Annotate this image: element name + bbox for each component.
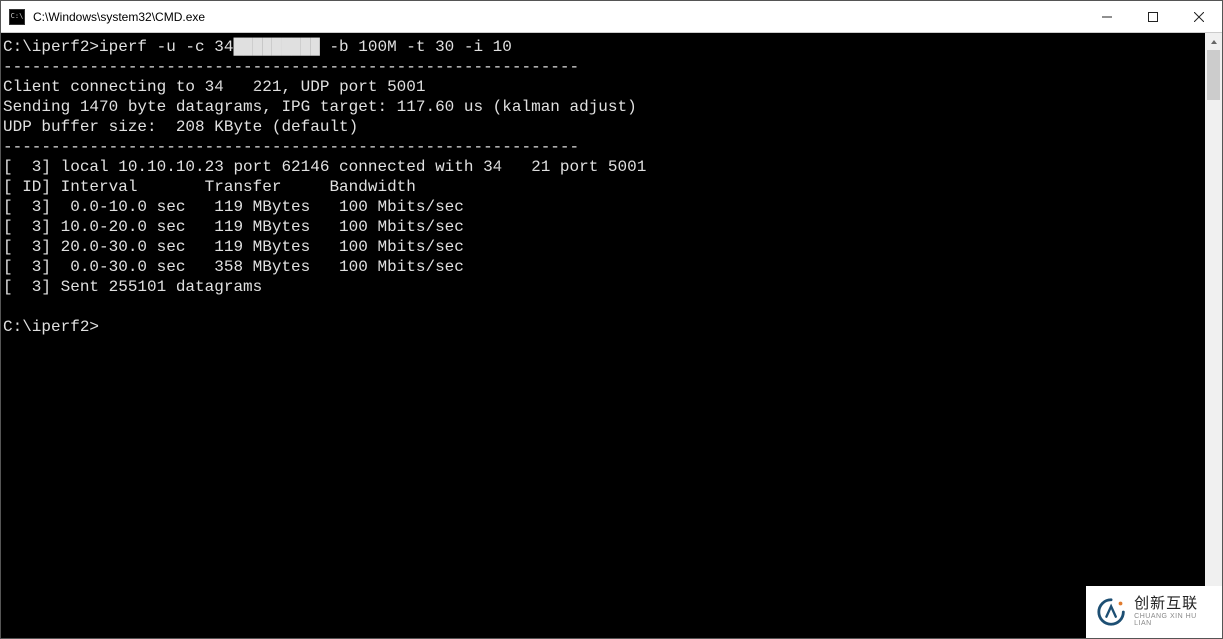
connecting-line-a: Client connecting to 34 <box>3 78 224 96</box>
scroll-up-button[interactable] <box>1205 33 1222 50</box>
cmd-window: C:\Windows\system32\CMD.exe C:\iperf2>ip… <box>0 0 1223 639</box>
table-row: [ 3] 20.0-30.0 sec 119 MBytes 100 Mbits/… <box>3 238 464 256</box>
watermark-en: CHUANG XIN HU LIAN <box>1134 613 1212 628</box>
separator-line: ----------------------------------------… <box>3 138 579 156</box>
terminal-output[interactable]: C:\iperf2>iperf -u -c 34█████████ -b 100… <box>1 33 1205 638</box>
table-header: [ ID] Interval Transfer Bandwidth <box>3 178 416 196</box>
close-button[interactable] <box>1176 1 1222 32</box>
maximize-icon <box>1148 12 1158 22</box>
watermark-cn: 创新互联 <box>1134 596 1212 613</box>
chevron-up-icon <box>1210 38 1218 46</box>
terminal-area: C:\iperf2>iperf -u -c 34█████████ -b 100… <box>1 33 1222 638</box>
local-line-b: 21 port 5001 <box>531 158 646 176</box>
prompt: C:\iperf2> <box>3 318 99 336</box>
table-row: [ 3] 0.0-30.0 sec 358 MBytes 100 Mbits/s… <box>3 258 464 276</box>
app-icon <box>9 9 25 25</box>
prompt: C:\iperf2> <box>3 38 99 56</box>
window-controls <box>1084 1 1222 32</box>
watermark-text: 创新互联 CHUANG XIN HU LIAN <box>1134 596 1212 628</box>
table-row: [ 3] 0.0-10.0 sec 119 MBytes 100 Mbits/s… <box>3 198 464 216</box>
buffer-line: UDP buffer size: 208 KByte (default) <box>3 118 358 136</box>
sending-line: Sending 1470 byte datagrams, IPG target:… <box>3 98 637 116</box>
redacted-ip: ███ <box>502 160 531 176</box>
local-line-a: [ 3] local 10.10.10.23 port 62146 connec… <box>3 158 502 176</box>
separator-line: ----------------------------------------… <box>3 58 579 76</box>
redacted-ip: ███ <box>224 80 253 96</box>
window-title: C:\Windows\system32\CMD.exe <box>33 10 1084 24</box>
watermark-badge: 创新互联 CHUANG XIN HU LIAN <box>1086 586 1222 638</box>
maximize-button[interactable] <box>1130 1 1176 32</box>
close-icon <box>1194 12 1204 22</box>
vertical-scrollbar[interactable] <box>1205 33 1222 638</box>
connecting-line-b: 221, UDP port 5001 <box>253 78 426 96</box>
title-bar[interactable]: C:\Windows\system32\CMD.exe <box>1 1 1222 33</box>
watermark-logo-icon <box>1096 596 1126 628</box>
minimize-button[interactable] <box>1084 1 1130 32</box>
sent-line: [ 3] Sent 255101 datagrams <box>3 278 262 296</box>
command-text: iperf -u -c 34█████████ -b 100M -t 30 -i… <box>99 38 512 56</box>
minimize-icon <box>1102 12 1112 22</box>
scroll-thumb[interactable] <box>1207 50 1220 100</box>
table-row: [ 3] 10.0-20.0 sec 119 MBytes 100 Mbits/… <box>3 218 464 236</box>
